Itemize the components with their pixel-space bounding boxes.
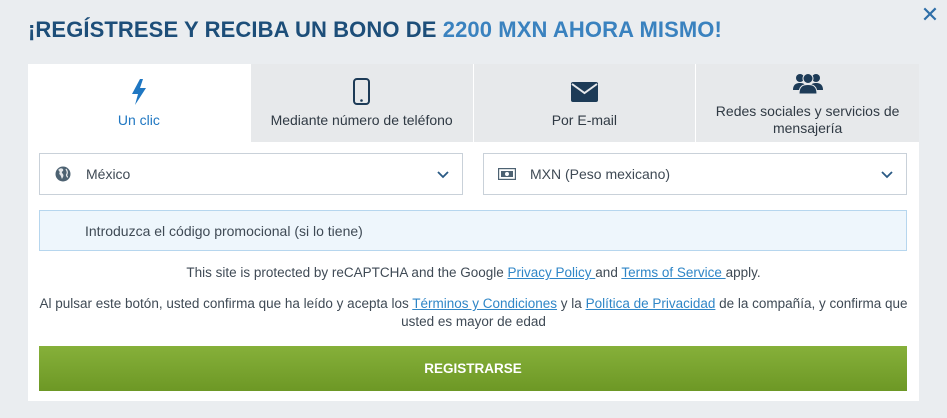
envelope-icon — [570, 78, 598, 106]
recaptcha-and: and — [595, 265, 622, 280]
terms-of-service-link[interactable]: Terms of Service — [621, 265, 725, 280]
terms-conditions-link[interactable]: Términos y Condiciones — [412, 296, 557, 311]
lightning-icon — [131, 78, 147, 106]
chevron-down-icon — [436, 167, 450, 181]
tab-email[interactable]: Por E-mail — [473, 64, 696, 143]
recaptcha-text: This site is protected by reCAPTCHA and … — [186, 265, 508, 280]
chevron-down-icon — [880, 167, 894, 181]
tab-label: Un clic — [117, 111, 160, 128]
tab-social[interactable]: Redes sociales y servicios de mensajería — [696, 64, 919, 143]
currency-value: MXN (Peso mexicano) — [530, 166, 671, 182]
country-select[interactable]: México — [39, 153, 463, 195]
tab-label: Mediante número de teléfono — [270, 111, 453, 128]
tab-label: Por E-mail — [551, 111, 618, 128]
tab-label: Redes sociales y servicios de mensajería — [715, 103, 900, 136]
terms-text-2: y la — [557, 296, 586, 311]
users-icon — [792, 69, 823, 97]
currency-select[interactable]: MXN (Peso mexicano) — [483, 153, 907, 195]
country-value: México — [86, 166, 131, 182]
tab-one-click[interactable]: Un clic — [28, 64, 250, 143]
privacy-policy-link[interactable]: Privacy Policy — [508, 265, 596, 280]
phone-icon — [353, 78, 371, 106]
terms-notice: Al pulsar este botón, usted confirma que… — [28, 295, 919, 331]
headline-bonus-amount: 2200 MXN AHORA MISMO! — [442, 17, 722, 42]
recaptcha-notice: This site is protected by reCAPTCHA and … — [28, 265, 919, 280]
terms-text-1: Al pulsar este botón, usted confirma que… — [39, 296, 413, 311]
banknote-icon — [498, 165, 516, 183]
promo-placeholder: Introduzca el código promocional (si lo … — [85, 222, 363, 239]
select-row: México MXN (Peso mexicano) — [39, 153, 907, 195]
recaptcha-apply: apply. — [725, 265, 761, 280]
globe-icon — [54, 165, 72, 183]
registration-panel: Un clic Mediante número de teléfono Por … — [28, 64, 919, 401]
headline-prefix: ¡REGÍSTRESE Y RECIBA UN BONO DE — [28, 17, 443, 42]
privacy-politica-link[interactable]: Política de Privacidad — [586, 296, 716, 311]
promo-code-input[interactable]: Introduzca el código promocional (si lo … — [39, 210, 907, 251]
register-button[interactable]: REGISTRARSE — [39, 346, 907, 391]
registration-tabs: Un clic Mediante número de teléfono Por … — [28, 64, 919, 143]
close-icon[interactable]: ✕ — [919, 4, 941, 26]
tab-phone[interactable]: Mediante número de teléfono — [250, 64, 473, 143]
page-title: ¡REGÍSTRESE Y RECIBA UN BONO DE 2200 MXN… — [28, 17, 722, 43]
